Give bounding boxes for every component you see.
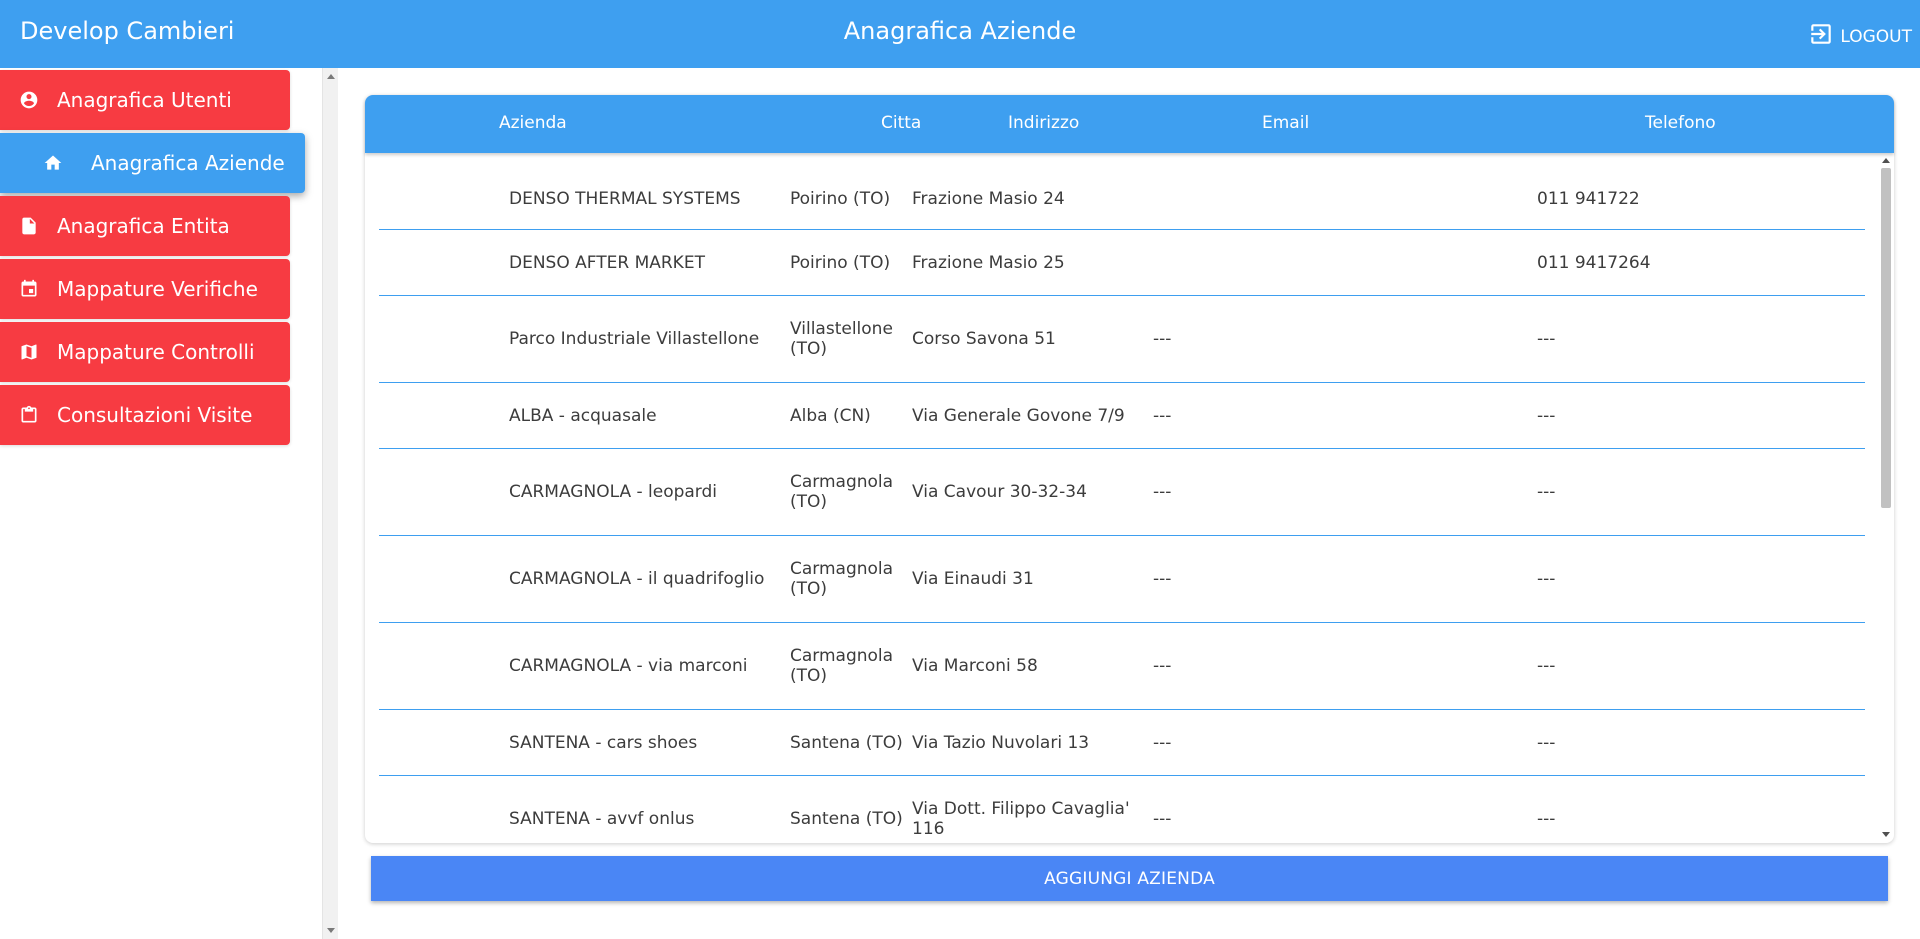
cell-email: --- xyxy=(1153,732,1172,753)
cell-indirizzo: Corso Savona 51 xyxy=(912,329,1056,349)
sidebar-item-consultazioni-visite[interactable]: Consultazioni Visite xyxy=(0,385,290,445)
cell-telefono: --- xyxy=(1537,809,1556,829)
table-row[interactable]: CARMAGNOLA - il quadrifoglio Carmagnola … xyxy=(379,536,1865,623)
cell-indirizzo: Frazione Masio 24 xyxy=(912,189,1065,209)
scroll-up-arrow-icon[interactable] xyxy=(1882,158,1890,163)
table-row[interactable]: SANTENA - cars shoes Santena (TO) Via Ta… xyxy=(379,710,1865,776)
cell-citta: Carmagnola (TO) xyxy=(790,559,894,599)
cell-citta: Poirino (TO) xyxy=(790,252,891,273)
table-row[interactable]: CARMAGNOLA - leopardi Carmagnola (TO) Vi… xyxy=(379,449,1865,536)
table-row[interactable]: DENSO AFTER MARKET Poirino (TO) Frazione… xyxy=(379,230,1865,296)
cell-citta: Alba (CN) xyxy=(790,405,871,426)
page-title: Anagrafica Aziende xyxy=(843,17,1077,45)
cell-telefono: --- xyxy=(1537,656,1556,676)
sidebar-item-mappature-controlli[interactable]: Mappature Controlli xyxy=(0,322,290,382)
logout-button[interactable]: LOGOUT xyxy=(1808,21,1912,52)
table-header: Azienda Citta Indirizzo Email Telefono xyxy=(365,95,1894,153)
sidebar-item-label: Anagrafica Entita xyxy=(57,214,230,238)
cell-citta: Poirino (TO) xyxy=(790,189,891,209)
cell-indirizzo: Via Marconi 58 xyxy=(912,656,1038,676)
sidebar-item-label: Consultazioni Visite xyxy=(57,403,253,427)
column-header-citta[interactable]: Citta xyxy=(881,113,921,133)
calendar-icon xyxy=(19,279,39,299)
column-header-azienda[interactable]: Azienda xyxy=(499,113,567,133)
cell-citta: Carmagnola (TO) xyxy=(790,646,894,686)
sidebar-item-label: Anagrafica Aziende xyxy=(91,151,285,175)
cell-email: --- xyxy=(1153,656,1172,676)
cell-citta: Carmagnola (TO) xyxy=(790,472,894,512)
cell-email: --- xyxy=(1153,809,1172,829)
home-icon xyxy=(43,153,63,173)
logout-icon xyxy=(1808,21,1840,52)
cell-indirizzo: Frazione Masio 25 xyxy=(912,252,1065,273)
table-row[interactable]: CARMAGNOLA - via marconi Carmagnola (TO)… xyxy=(379,623,1865,710)
scrollbar-thumb[interactable] xyxy=(1881,168,1891,508)
scroll-up-arrow-icon[interactable] xyxy=(327,74,335,79)
cell-email xyxy=(1153,230,1513,295)
cell-telefono: --- xyxy=(1537,405,1556,426)
map-icon xyxy=(19,342,39,362)
column-header-indirizzo[interactable]: Indirizzo xyxy=(1008,113,1079,133)
cell-citta: Santena (TO) xyxy=(790,809,903,829)
cell-citta: Villastellone (TO) xyxy=(790,319,893,359)
top-app-bar: Develop Cambieri Anagrafica Aziende LOGO… xyxy=(0,0,1920,68)
sidebar-scrollbar[interactable] xyxy=(322,68,338,939)
table-row[interactable]: SANTENA - avvf onlus Santena (TO) Via Do… xyxy=(379,776,1865,839)
cell-citta: Santena (TO) xyxy=(790,732,903,753)
document-icon xyxy=(19,216,39,236)
cell-email: --- xyxy=(1153,569,1172,589)
aziende-table-card: Azienda Citta Indirizzo Email Telefono D… xyxy=(365,95,1894,843)
cell-indirizzo: Via Einaudi 31 xyxy=(912,569,1034,589)
cell-telefono: --- xyxy=(1537,569,1556,589)
cell-email xyxy=(1153,169,1513,229)
sidebar-item-anagrafica-aziende[interactable]: Anagrafica Aziende xyxy=(0,133,305,193)
table-row[interactable]: Parco Industriale Villastellone Villaste… xyxy=(379,296,1865,383)
clipboard-icon xyxy=(19,405,39,425)
cell-telefono: 011 9417264 xyxy=(1537,252,1651,273)
sidebar-item-anagrafica-entita[interactable]: Anagrafica Entita xyxy=(0,196,290,256)
sidebar-item-mappature-verifiche[interactable]: Mappature Verifiche xyxy=(0,259,290,319)
cell-email: --- xyxy=(1153,482,1172,502)
cell-indirizzo: Via Dott. Filippo Cavaglia' 116 xyxy=(912,799,1130,839)
sidebar-item-label: Anagrafica Utenti xyxy=(57,88,232,112)
scroll-down-arrow-icon[interactable] xyxy=(1882,832,1890,837)
cell-indirizzo: Via Generale Govone 7/9 xyxy=(912,405,1125,426)
cell-indirizzo: Via Tazio Nuvolari 13 xyxy=(912,732,1090,753)
cell-email: --- xyxy=(1153,329,1172,349)
scroll-down-arrow-icon[interactable] xyxy=(327,928,335,933)
cell-telefono: --- xyxy=(1537,482,1556,502)
cell-telefono: 011 941722 xyxy=(1537,189,1640,209)
table-row[interactable]: ALBA - acquasale Alba (CN) Via Generale … xyxy=(379,383,1865,449)
column-header-email[interactable]: Email xyxy=(1262,113,1309,133)
account-circle-icon xyxy=(19,90,39,110)
column-header-telefono[interactable]: Telefono xyxy=(1645,113,1716,133)
logout-label: LOGOUT xyxy=(1840,26,1912,47)
sidebar-item-anagrafica-utenti[interactable]: Anagrafica Utenti xyxy=(0,70,290,130)
sidebar-item-label: Mappature Controlli xyxy=(57,340,255,364)
sidebar-item-label: Mappature Verifiche xyxy=(57,277,258,301)
table-body: DENSO THERMAL SYSTEMS Poirino (TO) Frazi… xyxy=(365,157,1894,839)
cell-email: --- xyxy=(1153,405,1172,426)
table-scrollbar[interactable] xyxy=(1878,157,1894,839)
aggiungi-azienda-button[interactable]: AGGIUNGI AZIENDA xyxy=(371,856,1888,901)
cell-telefono: --- xyxy=(1537,732,1556,753)
cell-indirizzo: Via Cavour 30-32-34 xyxy=(912,482,1087,502)
table-row[interactable]: DENSO THERMAL SYSTEMS Poirino (TO) Frazi… xyxy=(379,169,1865,230)
cell-telefono: --- xyxy=(1537,329,1556,349)
sidebar: Anagrafica Utenti Anagrafica Aziende Ana… xyxy=(0,68,322,939)
